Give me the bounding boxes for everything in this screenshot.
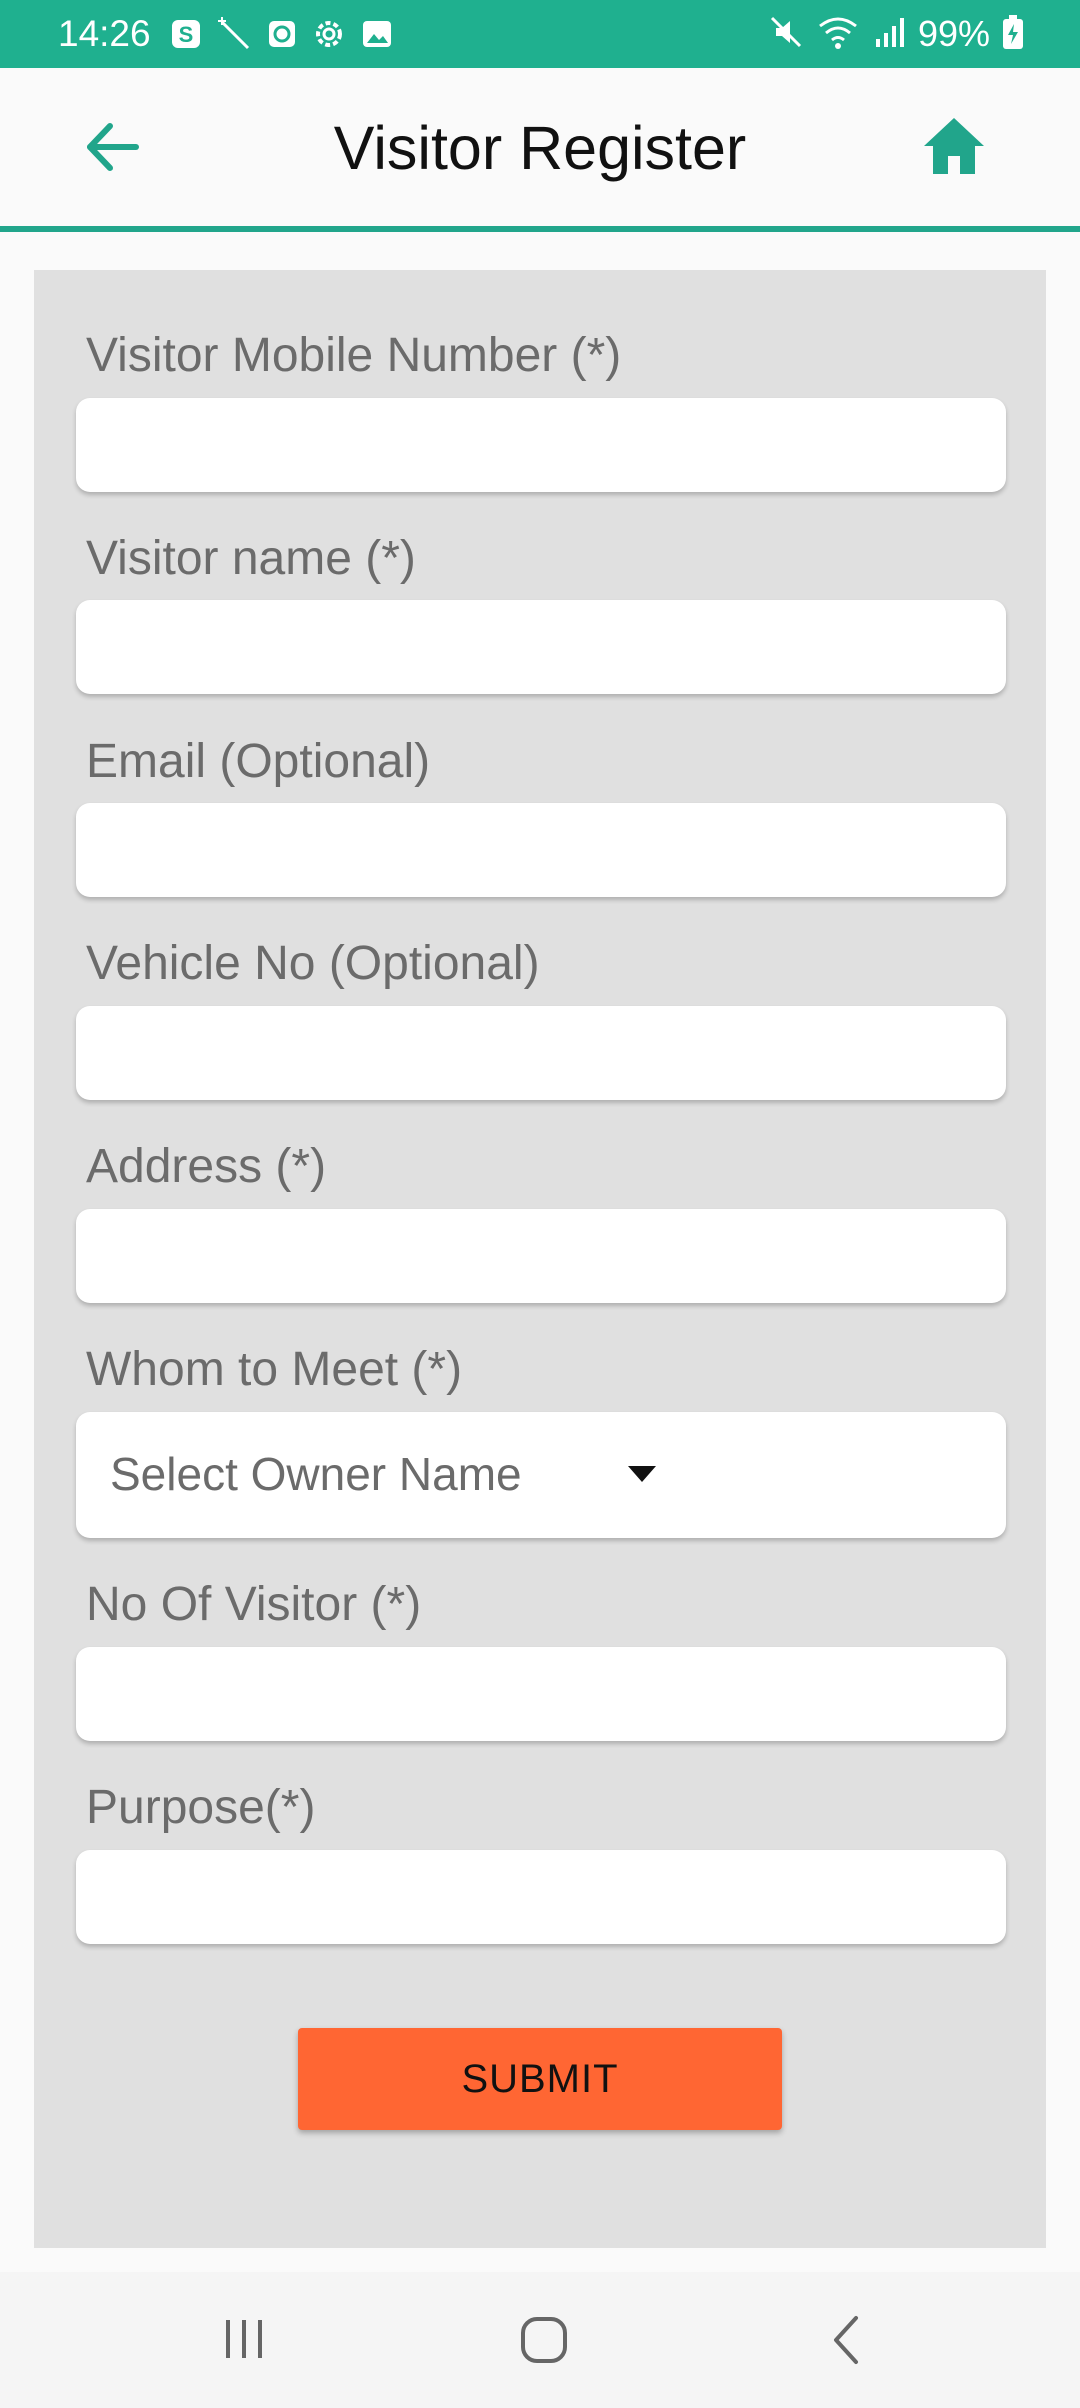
app-bar-divider	[0, 226, 1080, 232]
whom-to-meet-label: Whom to Meet (*)	[86, 1343, 463, 1396]
signal-icon	[872, 15, 906, 54]
email-field[interactable]	[76, 803, 1006, 897]
s-app-icon: S	[170, 18, 202, 55]
visitor-name-input[interactable]	[76, 600, 1006, 694]
recent-apps-button[interactable]	[214, 2310, 274, 2370]
purpose-field[interactable]	[76, 1850, 1006, 1944]
purpose-label: Purpose(*)	[86, 1781, 316, 1834]
status-bar: 14:26 S 99%	[0, 0, 1080, 68]
status-icons-left: S	[170, 16, 394, 57]
address-label: Address (*)	[86, 1140, 327, 1193]
settings-icon	[312, 17, 346, 56]
owner-name-dropdown[interactable]: Select Owner Name	[76, 1412, 1006, 1538]
email-label: Email (Optional)	[86, 735, 431, 788]
app-bar: Visitor Register	[0, 68, 1080, 232]
clock-app-icon	[266, 18, 298, 55]
home-button[interactable]	[920, 112, 988, 180]
no-of-visitor-label: No Of Visitor (*)	[86, 1578, 422, 1631]
page-title: Visitor Register	[333, 114, 747, 182]
battery-charging-icon	[1002, 14, 1024, 55]
purpose-input[interactable]	[76, 1850, 1006, 1944]
battery-percent: 99%	[917, 13, 990, 54]
home-nav-icon	[514, 2317, 574, 2374]
address-input[interactable]	[76, 1209, 1006, 1303]
submit-button[interactable]: SUBMIT	[298, 2028, 782, 2130]
status-time: 14:26	[58, 13, 151, 54]
address-field[interactable]	[76, 1209, 1006, 1303]
svg-text:S: S	[179, 22, 194, 47]
back-nav-icon	[818, 2316, 878, 2374]
status-icons-right: 99%	[768, 12, 1024, 56]
mobile-number-input[interactable]	[76, 398, 1006, 492]
mute-icon	[768, 14, 804, 55]
mobile-number-field[interactable]	[76, 398, 1006, 492]
vehicle-no-field[interactable]	[76, 1006, 1006, 1100]
vehicle-no-label: Vehicle No (Optional)	[86, 937, 540, 990]
vehicle-no-input[interactable]	[76, 1006, 1006, 1100]
back-nav-button[interactable]	[818, 2310, 878, 2370]
visitor-name-field[interactable]	[76, 600, 1006, 694]
mobile-number-label: Visitor Mobile Number (*)	[86, 329, 622, 382]
home-icon	[920, 118, 988, 184]
wifi-icon	[816, 14, 860, 55]
magic-wand-icon	[216, 16, 252, 57]
caret-down-icon	[626, 1464, 658, 1489]
no-of-visitor-field[interactable]	[76, 1647, 1006, 1741]
visitor-form: Visitor Mobile Number (*) Visitor name (…	[34, 270, 1046, 2248]
email-input[interactable]	[76, 803, 1006, 897]
system-nav-bar	[0, 2272, 1080, 2408]
no-of-visitor-input[interactable]	[76, 1647, 1006, 1741]
gallery-icon	[360, 17, 394, 56]
home-nav-button[interactable]	[514, 2310, 574, 2370]
recent-apps-icon	[214, 2320, 274, 2374]
owner-name-selected: Select Owner Name	[110, 1448, 522, 1500]
visitor-name-label: Visitor name (*)	[86, 532, 416, 585]
